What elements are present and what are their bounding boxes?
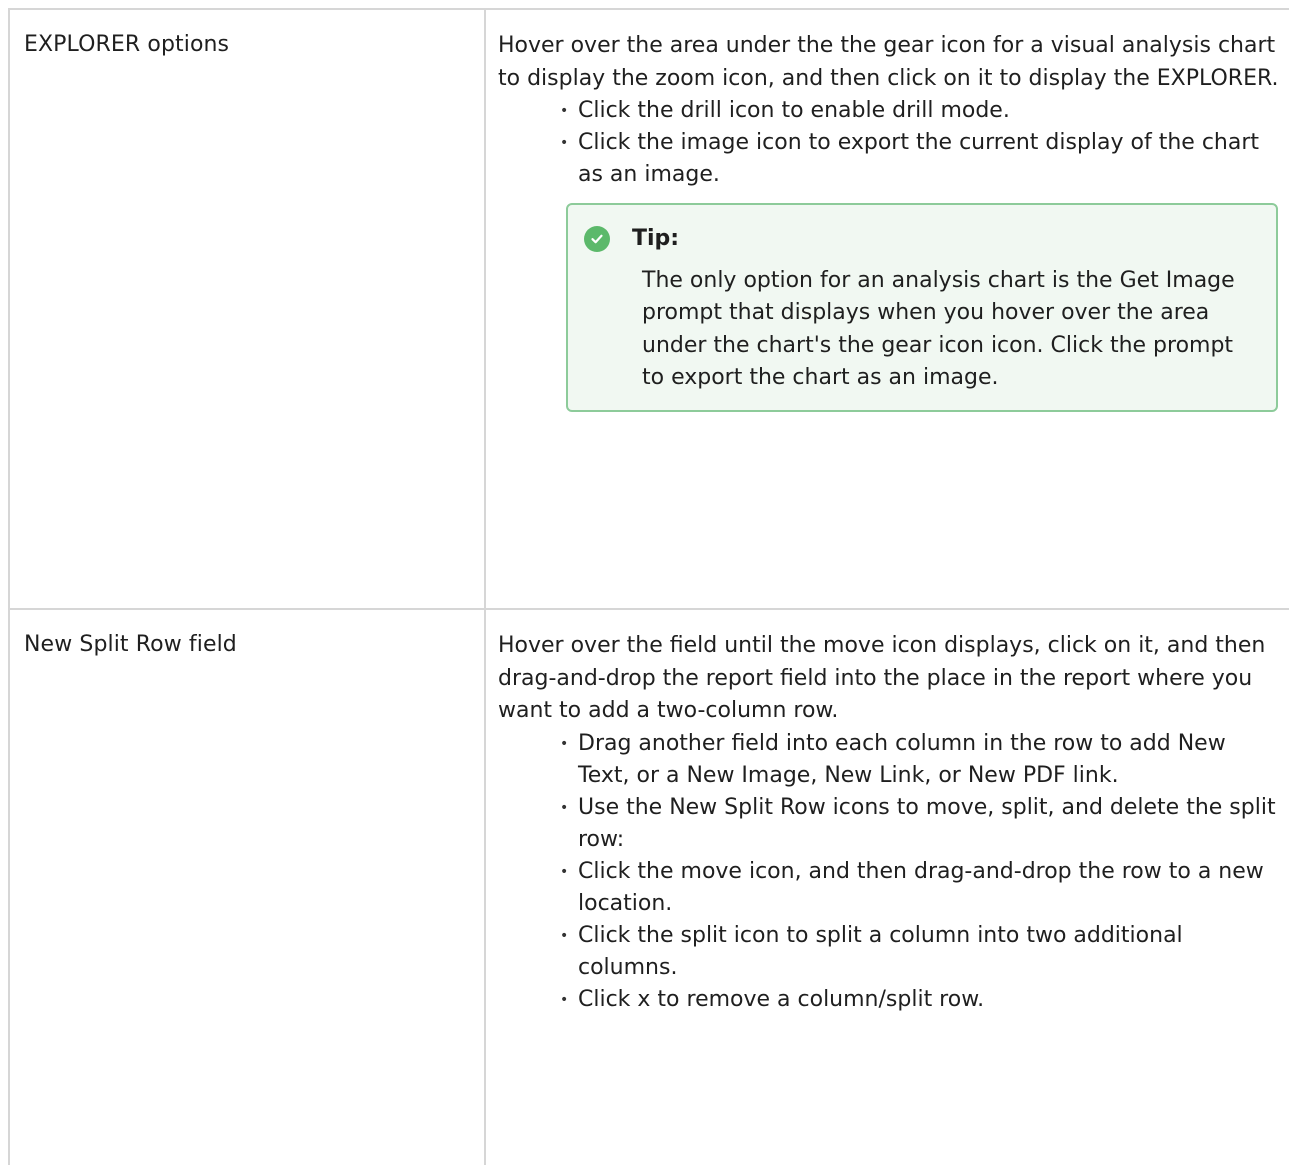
bullet-list: Drag another field into each column in t… <box>498 728 1280 1016</box>
tip-text: The only option for an analysis chart is… <box>642 268 1235 390</box>
list-item: Click the image icon to export the curre… <box>560 127 1280 191</box>
list-item: Click the move icon, and then drag-and-d… <box>560 856 1280 920</box>
term-text: New Split Row field <box>24 632 237 657</box>
list-item: Click x to remove a column/split row. <box>560 984 1280 1016</box>
table-row: New Split Row field Hover over the field… <box>8 608 1289 1165</box>
tip-callout: Tip: The only option for an analysis cha… <box>566 203 1278 413</box>
list-item: Click the drill icon to enable drill mod… <box>560 95 1280 127</box>
term-cell: EXPLORER options <box>8 8 486 610</box>
options-table: EXPLORER options Hover over the area und… <box>8 8 1289 1165</box>
check-circle-icon <box>584 226 610 252</box>
list-item: Click the split icon to split a column i… <box>560 920 1280 984</box>
term-cell: New Split Row field <box>8 608 486 1165</box>
description-text: Hover over the field until the move icon… <box>498 633 1266 723</box>
list-item: Use the New Split Row icons to move, spl… <box>560 792 1280 856</box>
description-cell: Hover over the field until the move icon… <box>484 608 1289 1165</box>
bullet-list: Click the drill icon to enable drill mod… <box>498 95 1280 191</box>
tip-title: Tip: <box>632 226 680 251</box>
tip-header: Tip: <box>584 223 1260 255</box>
description-text: Hover over the area under the the gear i… <box>498 33 1279 91</box>
table-row: EXPLORER options Hover over the area und… <box>8 8 1289 610</box>
description-cell: Hover over the area under the the gear i… <box>484 8 1289 610</box>
term-text: EXPLORER options <box>24 32 230 57</box>
list-item: Drag another field into each column in t… <box>560 728 1280 792</box>
